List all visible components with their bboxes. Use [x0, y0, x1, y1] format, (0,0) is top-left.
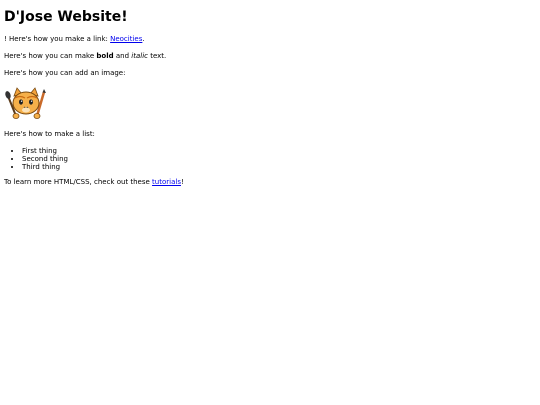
- tutorial-paragraph: To learn more HTML/CSS, check out these …: [4, 178, 536, 187]
- list-item: Third thing: [22, 163, 536, 171]
- page-body: D'Jose Website! ! Here's how you make a …: [0, 0, 540, 405]
- tutorials-link[interactable]: tutorials: [152, 178, 181, 186]
- link-paragraph-prefix: ! Here's how you make a link:: [4, 35, 111, 43]
- list-intro: Here's how to make a list:: [4, 130, 95, 138]
- tutorial-paragraph-suffix: !: [180, 178, 184, 186]
- cat-face-icon: [12, 87, 40, 115]
- list-item: Second thing: [22, 155, 536, 163]
- format-paragraph-suffix: text.: [147, 52, 167, 60]
- format-paragraph: Here's how you can make bold and italic …: [4, 52, 536, 61]
- tutorial-paragraph-prefix: To learn more HTML/CSS, check out these: [4, 178, 153, 186]
- link-paragraph-suffix: .: [142, 35, 145, 43]
- image-paragraph: Here's how you can add an image:: [4, 69, 126, 77]
- thing-list: First thing Second thing Third thing: [4, 147, 536, 171]
- link-paragraph: ! Here's how you make a link: Neocities.: [4, 35, 536, 44]
- format-paragraph-prefix: Here's how you can make: [4, 52, 97, 60]
- cat-mascot-image: [4, 86, 48, 122]
- italic-text: italic: [131, 52, 148, 60]
- page-title: D'Jose Website!: [4, 9, 128, 25]
- neocities-link[interactable]: Neocities: [110, 35, 142, 43]
- bold-text: bold: [96, 52, 114, 60]
- list-item: First thing: [22, 147, 536, 155]
- format-paragraph-middle: and: [113, 52, 132, 60]
